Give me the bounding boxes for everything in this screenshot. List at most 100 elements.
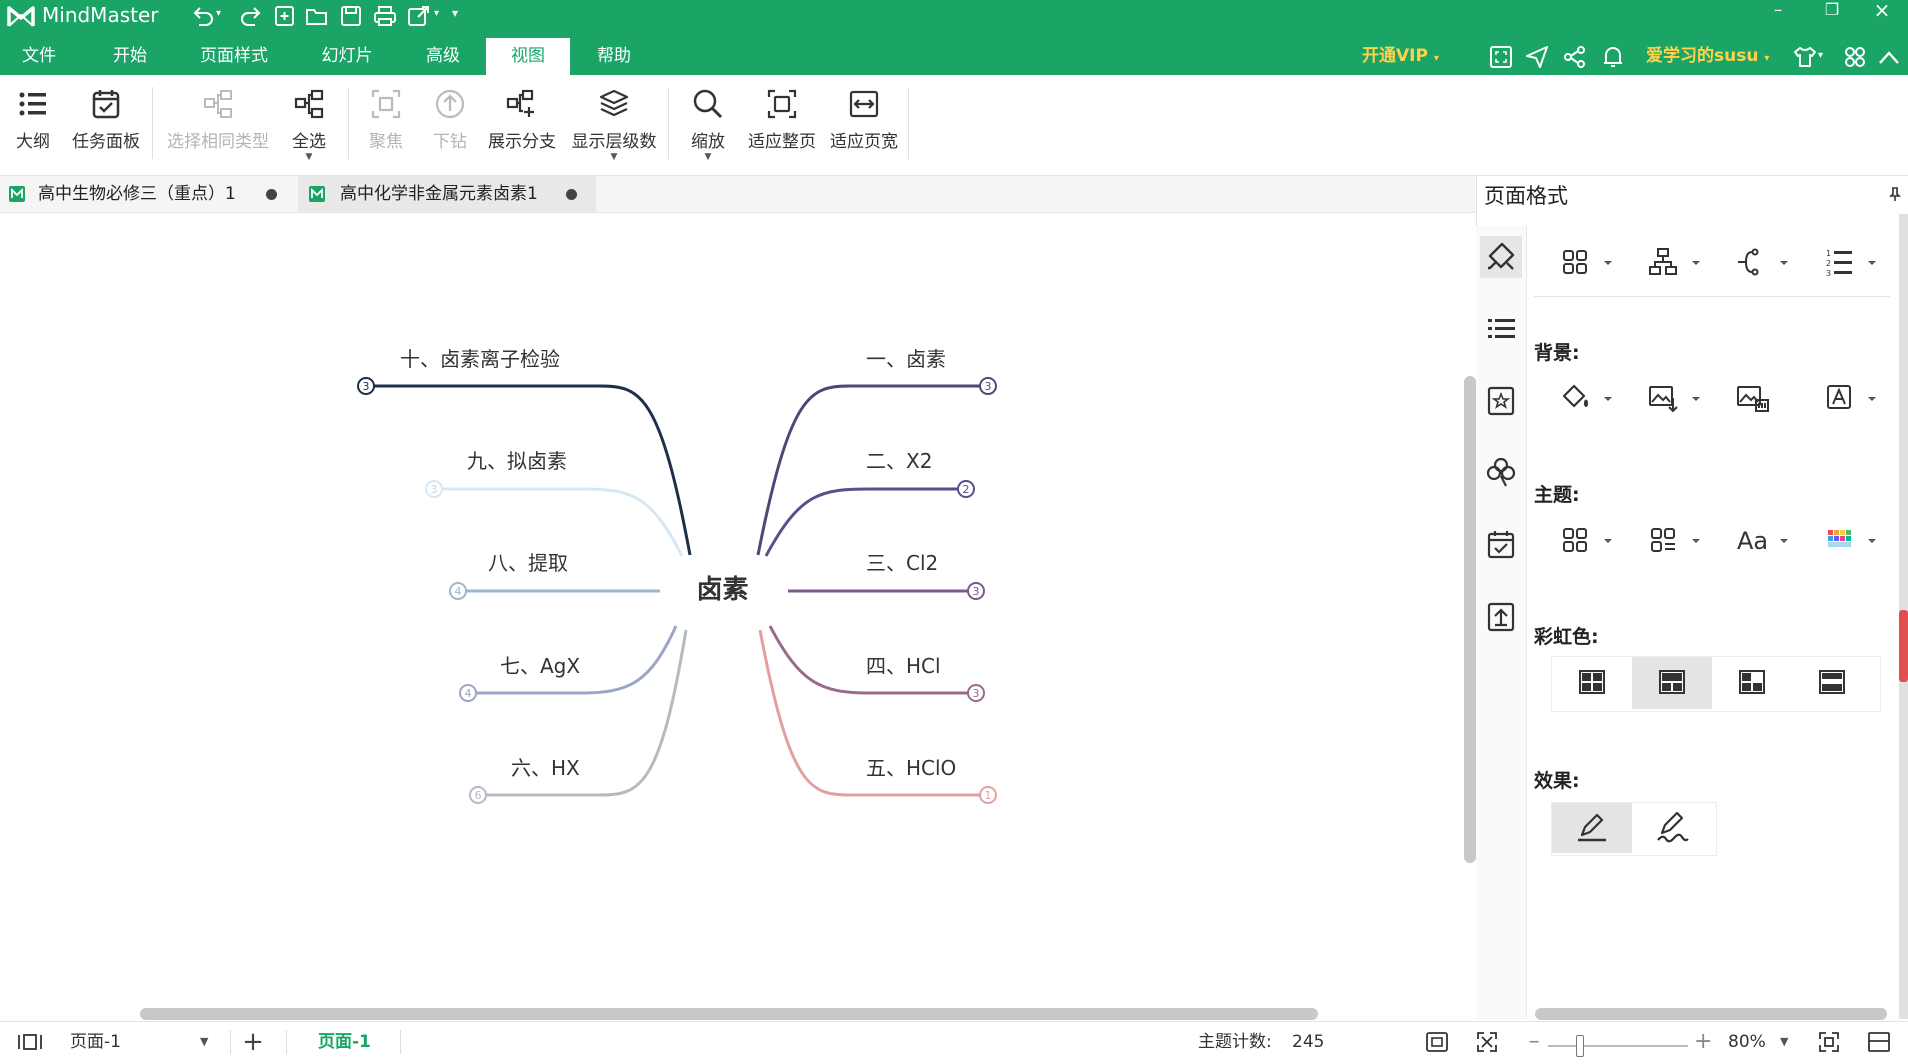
- zoom-out-icon[interactable]: –: [1526, 1021, 1542, 1063]
- doc-tab-chemistry[interactable]: 高中化学非金属元素卤素1: [298, 176, 596, 212]
- topic-6[interactable]: 六、HX: [511, 752, 580, 781]
- undo-dropdown-icon[interactable]: ▾: [216, 8, 228, 32]
- zoom-dropdown-icon[interactable]: ▼: [680, 152, 736, 162]
- outline-button[interactable]: 大纲: [8, 87, 58, 169]
- save-icon[interactable]: [338, 4, 364, 28]
- pin-icon[interactable]: [1888, 186, 1902, 202]
- open-folder-icon[interactable]: [304, 4, 330, 28]
- fit-width-icon: [847, 87, 881, 121]
- menu-advanced[interactable]: 高级: [406, 38, 480, 75]
- focus-button[interactable]: 聚焦: [360, 87, 412, 169]
- theme-style-dropdown[interactable]: [1558, 520, 1630, 560]
- user-account-button[interactable]: 爱学习的susu ▾: [1646, 38, 1769, 75]
- rainbow-option-3[interactable]: [1712, 657, 1792, 709]
- theme-font-dropdown[interactable]: Aa: [1734, 520, 1806, 560]
- menu-file[interactable]: 文件: [0, 38, 78, 75]
- menu-slides[interactable]: 幻灯片: [300, 38, 394, 75]
- fullscreen-status-icon[interactable]: [1474, 1021, 1500, 1063]
- theme-layout-dropdown[interactable]: [1646, 520, 1718, 560]
- watermark-dropdown[interactable]: [1822, 378, 1894, 418]
- central-topic[interactable]: 卤素: [650, 557, 795, 623]
- panel-horizontal-scrollbar[interactable]: [1535, 1008, 1887, 1020]
- format-brush-icon[interactable]: [1480, 236, 1522, 278]
- doc-tab-biology[interactable]: 高中生物必修三（重点）1: [0, 176, 290, 212]
- fullscreen-icon[interactable]: [1488, 44, 1514, 70]
- select-same-type-button[interactable]: 选择相同类型: [160, 87, 276, 169]
- topic-10[interactable]: 十、卤素离子检验: [400, 343, 560, 372]
- export-dropdown-icon[interactable]: ▾: [434, 8, 446, 32]
- page-select[interactable]: 页面-1 ▼: [70, 1027, 220, 1057]
- notification-bell-icon[interactable]: [1600, 44, 1626, 70]
- badge-star-icon[interactable]: [1480, 380, 1522, 422]
- rainbow-option-4[interactable]: [1792, 657, 1872, 709]
- zoom-slider-thumb[interactable]: [1576, 1035, 1584, 1057]
- zoom-button[interactable]: 缩放 ▼: [680, 87, 736, 169]
- task-panel-button[interactable]: 任务面板: [66, 87, 146, 169]
- restore-icon[interactable]: ❐: [1812, 0, 1852, 22]
- customize-quick-access-icon[interactable]: ▾: [452, 6, 466, 30]
- select-all-button[interactable]: 全选 ▼: [284, 87, 334, 169]
- fit-page-status-icon[interactable]: [1424, 1021, 1450, 1063]
- page-tab-active[interactable]: 页面-1: [318, 1021, 371, 1063]
- effect-handdrawn-pen-option[interactable]: [1632, 803, 1712, 853]
- theme-color-dropdown[interactable]: [1822, 520, 1894, 560]
- collapse-ribbon-icon[interactable]: [1876, 44, 1902, 70]
- skin-shirt-icon[interactable]: [1792, 44, 1818, 70]
- fit-window-status-icon[interactable]: [1816, 1021, 1842, 1063]
- add-page-icon[interactable]: +: [240, 1021, 266, 1063]
- show-levels-button[interactable]: 显示层级数 ▼: [566, 87, 662, 169]
- page-list-toggle-icon[interactable]: [16, 1021, 44, 1063]
- vip-button[interactable]: 开通VIP ▾: [1362, 38, 1439, 75]
- zoom-in-icon[interactable]: +: [1694, 1021, 1712, 1063]
- print-icon[interactable]: [372, 4, 398, 28]
- upload-export-icon[interactable]: [1480, 596, 1522, 638]
- task-calendar-panel-icon[interactable]: [1480, 524, 1522, 566]
- expand-branch-button[interactable]: 展示分支: [484, 87, 560, 169]
- menu-start[interactable]: 开始: [88, 38, 172, 75]
- numbering-dropdown[interactable]: 123: [1822, 242, 1894, 282]
- topic-3[interactable]: 三、Cl2: [866, 547, 938, 576]
- topic-2[interactable]: 二、X2: [866, 445, 932, 474]
- background-image-dropdown[interactable]: [1646, 378, 1718, 418]
- presentation-mode-icon[interactable]: [1866, 1021, 1892, 1063]
- topic-5[interactable]: 五、HClO: [866, 752, 956, 781]
- clover-icon[interactable]: [1480, 452, 1522, 494]
- fit-width-button[interactable]: 适应页宽: [826, 87, 902, 169]
- minimize-icon[interactable]: –: [1758, 0, 1798, 22]
- menu-view[interactable]: 视图: [486, 38, 570, 75]
- topic-9[interactable]: 九、拟卤素: [467, 445, 567, 474]
- export-icon[interactable]: [406, 4, 432, 28]
- send-icon[interactable]: [1524, 44, 1550, 70]
- drill-down-button[interactable]: 下钻: [424, 87, 476, 169]
- rainbow-option-1[interactable]: [1552, 657, 1632, 709]
- redo-icon[interactable]: [238, 4, 264, 28]
- canvas-horizontal-scrollbar[interactable]: [140, 1008, 1318, 1020]
- rainbow-option-2[interactable]: [1632, 657, 1712, 709]
- apps-grid-icon[interactable]: [1842, 44, 1868, 70]
- skin-dropdown-icon[interactable]: ▾: [1818, 50, 1823, 61]
- topic-4[interactable]: 四、HCl: [866, 650, 941, 679]
- zoom-slider-track[interactable]: [1548, 1045, 1688, 1047]
- outline-list-panel-icon[interactable]: [1480, 308, 1522, 350]
- share-icon[interactable]: [1562, 44, 1588, 70]
- fit-page-button[interactable]: 适应整页: [744, 87, 820, 169]
- canvas-vertical-scrollbar[interactable]: [1464, 376, 1476, 863]
- topic-1[interactable]: 一、卤素: [866, 343, 946, 372]
- menu-page-style[interactable]: 页面样式: [182, 38, 286, 75]
- panel-side-handle[interactable]: [1899, 610, 1908, 682]
- fill-color-dropdown[interactable]: [1558, 378, 1630, 418]
- remove-background-image-icon[interactable]: [1734, 378, 1806, 418]
- close-icon[interactable]: ×: [1862, 0, 1902, 22]
- menu-help[interactable]: 帮助: [576, 38, 652, 75]
- connector-style-dropdown[interactable]: [1734, 242, 1806, 282]
- undo-icon[interactable]: [190, 4, 216, 28]
- topic-8[interactable]: 八、提取: [488, 547, 568, 576]
- topic-7[interactable]: 七、AgX: [500, 650, 580, 679]
- structure-dropdown[interactable]: [1646, 242, 1718, 282]
- new-file-icon[interactable]: [272, 4, 298, 28]
- effect-flat-pen-option[interactable]: [1552, 803, 1632, 853]
- layout-grid-dropdown[interactable]: [1558, 242, 1630, 282]
- show-levels-dropdown-icon[interactable]: ▼: [566, 152, 662, 162]
- select-all-dropdown-icon[interactable]: ▼: [284, 152, 334, 162]
- zoom-dropdown-status-icon[interactable]: ▼: [1780, 1021, 1788, 1063]
